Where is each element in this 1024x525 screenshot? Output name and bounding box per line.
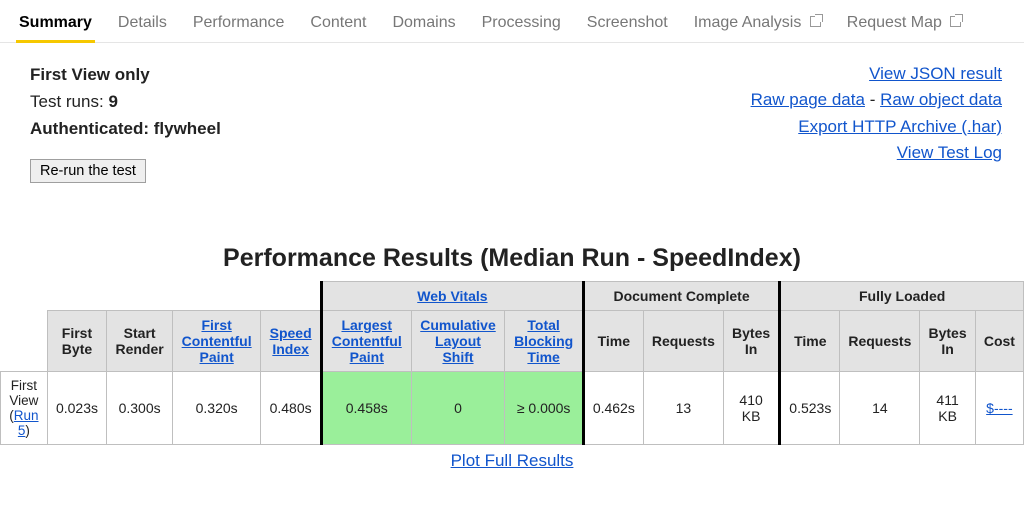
header-first-byte: First Byte bbox=[47, 310, 106, 371]
header-fl-time: Time bbox=[780, 310, 840, 371]
header-start-render: Start Render bbox=[107, 310, 173, 371]
header-dc-requests: Requests bbox=[643, 310, 723, 371]
tab-screenshot[interactable]: Screenshot bbox=[584, 8, 671, 42]
header-lcp[interactable]: Largest Contentful Paint bbox=[321, 310, 411, 371]
auth-label: Authenticated: bbox=[30, 119, 149, 138]
cell-lcp: 0.458s bbox=[321, 371, 411, 444]
table-row: First View (Run 5) 0.023s 0.300s 0.320s … bbox=[1, 371, 1024, 444]
tab-content[interactable]: Content bbox=[307, 8, 369, 42]
group-fully-loaded: Fully Loaded bbox=[780, 281, 1024, 310]
tab-details[interactable]: Details bbox=[115, 8, 170, 42]
cell-fl-bytes: 411 KB bbox=[920, 371, 975, 444]
tab-bar: Summary Details Performance Content Doma… bbox=[0, 0, 1024, 43]
cell-cost: $---- bbox=[975, 371, 1023, 444]
cell-tbt: ≥ 0.000s bbox=[505, 371, 583, 444]
auth-value: flywheel bbox=[154, 119, 221, 138]
dash-separator: - bbox=[870, 90, 876, 109]
header-cost: Cost bbox=[975, 310, 1023, 371]
tab-request-map-label: Request Map bbox=[847, 14, 942, 31]
header-fl-requests: Requests bbox=[840, 310, 920, 371]
header-speed-index[interactable]: Speed Index bbox=[261, 310, 322, 371]
test-meta: First View only Test runs: 9 Authenticat… bbox=[30, 61, 221, 183]
header-fcp[interactable]: First Contentful Paint bbox=[173, 310, 261, 371]
header-dc-time: Time bbox=[583, 310, 643, 371]
results-table: Web Vitals Document Complete Fully Loade… bbox=[0, 281, 1024, 445]
group-web-vitals[interactable]: Web Vitals bbox=[321, 281, 583, 310]
view-mode: First View only bbox=[30, 65, 150, 84]
row-label-text: First View bbox=[9, 378, 38, 408]
cell-cls: 0 bbox=[411, 371, 505, 444]
test-runs-value: 9 bbox=[108, 92, 117, 111]
cell-dc-bytes: 410 KB bbox=[723, 371, 779, 444]
header-tbt[interactable]: Total Blocking Time bbox=[505, 310, 583, 371]
table-header-row: First Byte Start Render First Contentful… bbox=[1, 310, 1024, 371]
table-group-row: Web Vitals Document Complete Fully Loade… bbox=[1, 281, 1024, 310]
link-view-test-log[interactable]: View Test Log bbox=[897, 143, 1002, 162]
tab-domains[interactable]: Domains bbox=[389, 8, 458, 42]
external-link-icon bbox=[810, 16, 821, 27]
tab-image-analysis-label: Image Analysis bbox=[694, 14, 802, 31]
tab-image-analysis[interactable]: Image Analysis bbox=[691, 8, 824, 42]
test-runs-label: Test runs: bbox=[30, 92, 104, 111]
row-label: First View (Run 5) bbox=[1, 371, 48, 444]
results-title: Performance Results (Median Run - SpeedI… bbox=[0, 244, 1024, 273]
cell-speed-index: 0.480s bbox=[261, 371, 322, 444]
export-links: View JSON result Raw page data - Raw obj… bbox=[751, 61, 1002, 166]
external-link-icon bbox=[950, 16, 961, 27]
link-view-json[interactable]: View JSON result bbox=[869, 64, 1002, 83]
cell-fl-requests: 14 bbox=[840, 371, 920, 444]
header-cls[interactable]: Cumulative Layout Shift bbox=[411, 310, 505, 371]
tab-processing[interactable]: Processing bbox=[479, 8, 564, 42]
tab-performance[interactable]: Performance bbox=[190, 8, 288, 42]
cell-start-render: 0.300s bbox=[107, 371, 173, 444]
tab-request-map[interactable]: Request Map bbox=[844, 8, 965, 42]
cell-first-byte: 0.023s bbox=[47, 371, 106, 444]
group-document-complete: Document Complete bbox=[583, 281, 779, 310]
cell-fl-time: 0.523s bbox=[780, 371, 840, 444]
link-raw-page-data[interactable]: Raw page data bbox=[751, 90, 865, 109]
link-export-har[interactable]: Export HTTP Archive (.har) bbox=[798, 117, 1002, 136]
link-raw-object-data[interactable]: Raw object data bbox=[880, 90, 1002, 109]
plot-full-results-link[interactable]: Plot Full Results bbox=[451, 451, 574, 470]
rerun-button[interactable]: Re-run the test bbox=[30, 159, 146, 183]
cost-link[interactable]: $---- bbox=[986, 400, 1012, 416]
cell-fcp: 0.320s bbox=[173, 371, 261, 444]
cell-dc-requests: 13 bbox=[643, 371, 723, 444]
tab-summary[interactable]: Summary bbox=[16, 8, 95, 42]
run-link[interactable]: Run 5 bbox=[14, 408, 39, 438]
header-fl-bytes: Bytes In bbox=[920, 310, 975, 371]
cell-dc-time: 0.462s bbox=[583, 371, 643, 444]
header-dc-bytes: Bytes In bbox=[723, 310, 779, 371]
